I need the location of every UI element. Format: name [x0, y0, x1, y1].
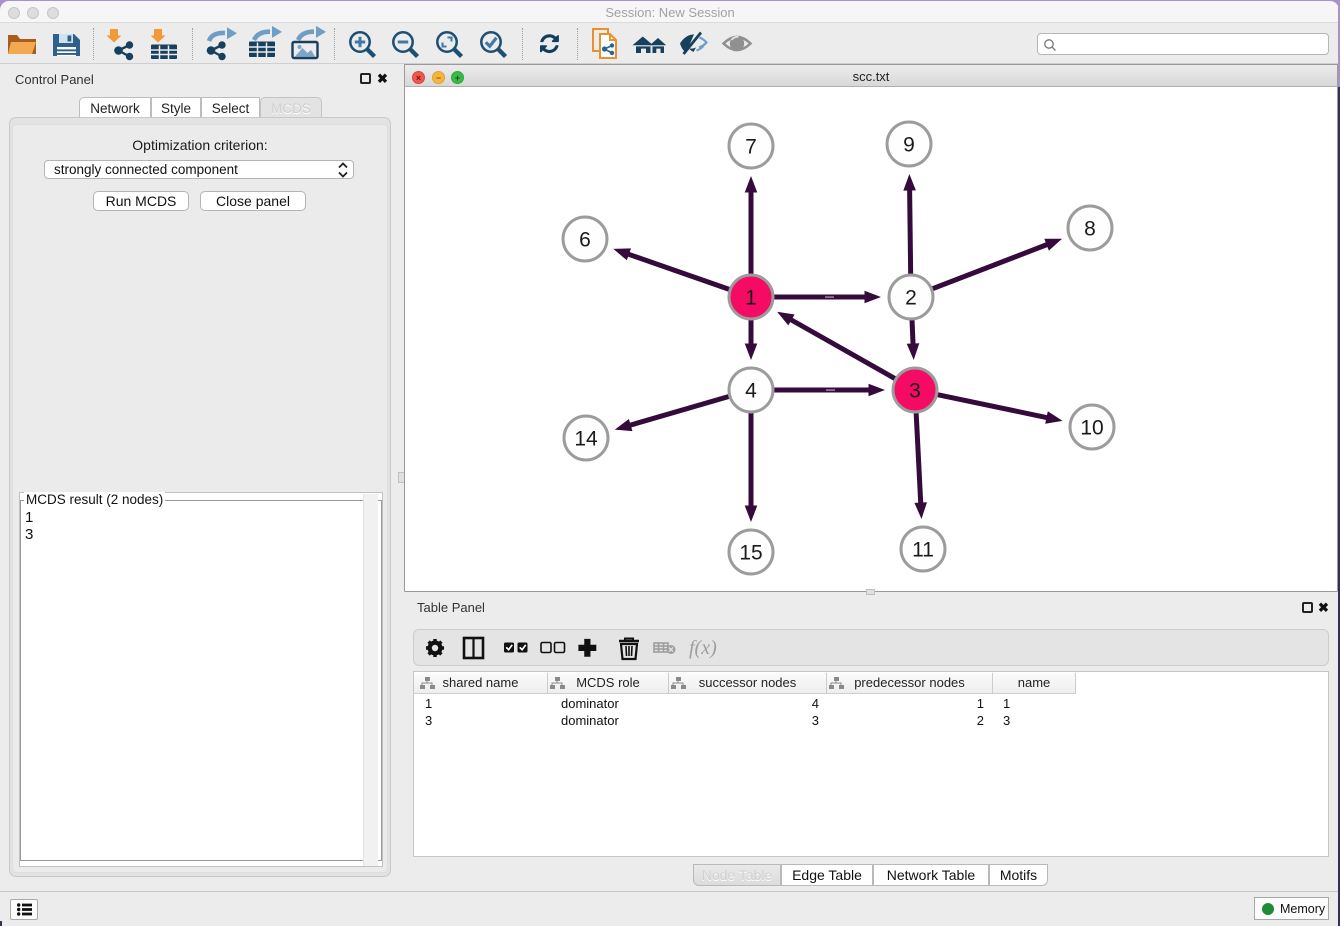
svg-text:9: 9 [903, 134, 915, 157]
svg-text:15: 15 [739, 542, 762, 565]
svg-text:1: 1 [745, 287, 757, 310]
svg-text:3: 3 [909, 380, 921, 403]
svg-text:7: 7 [745, 136, 757, 159]
svg-text:f(x): f(x) [689, 637, 717, 659]
svg-text:4: 4 [745, 380, 757, 403]
svg-text:11: 11 [912, 539, 934, 562]
svg-text:14: 14 [574, 428, 598, 451]
svg-text:8: 8 [1084, 218, 1096, 241]
svg-text:2: 2 [905, 287, 917, 310]
svg-text:10: 10 [1080, 417, 1103, 440]
svg-text:6: 6 [579, 229, 591, 252]
